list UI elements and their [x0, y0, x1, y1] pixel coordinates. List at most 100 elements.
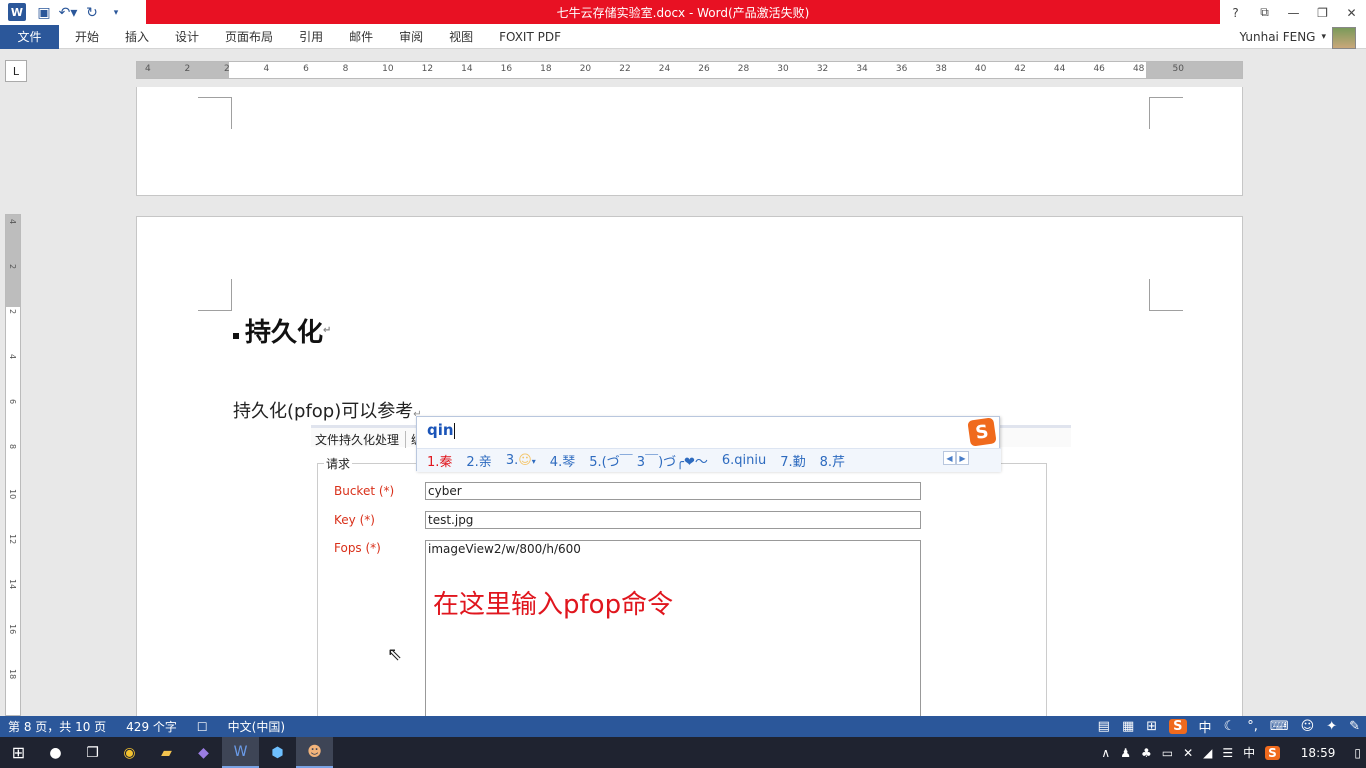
- file-explorer-icon[interactable]: ▰: [148, 737, 185, 768]
- customize-icon[interactable]: ▾: [104, 2, 128, 24]
- mouse-pointer-icon: ⇖: [387, 644, 403, 665]
- avatar[interactable]: [1332, 27, 1356, 49]
- page-count[interactable]: 第 8 页，共 10 页: [8, 718, 106, 735]
- system-tray: ∧ ♟ ♣ ▭ ✕ ◢ ☰ 中 S 18:59 ▯: [1096, 737, 1366, 768]
- ime-candidate[interactable]: 6.qiniu: [722, 453, 766, 468]
- ime-candidate[interactable]: 4.琴: [550, 451, 575, 470]
- windows-start-icon[interactable]: ⊞: [0, 737, 37, 768]
- tab-file[interactable]: 文件: [0, 24, 59, 49]
- tab-view[interactable]: 视图: [436, 25, 486, 49]
- undo-icon[interactable]: ↶▾: [56, 2, 80, 24]
- print-layout-icon[interactable]: ▦: [1122, 719, 1134, 734]
- user-name[interactable]: Yunhai FENG ▾: [1239, 25, 1326, 49]
- keyboard-icon[interactable]: ⌨: [1270, 719, 1289, 734]
- ime-prev-page-icon[interactable]: ◀: [943, 451, 956, 465]
- horizontal-ruler[interactable]: 4 2 2 4 6 8 10 12 14 16 18 20 22 24 26 28 30 32 34 36 38 40 42…: [136, 61, 1243, 79]
- ruler-tick: 10: [382, 64, 394, 74]
- ime-candidate[interactable]: 8.芹: [820, 451, 845, 470]
- action-center-icon[interactable]: ▯: [1354, 746, 1361, 760]
- ruler-tick: 18: [8, 669, 17, 680]
- tab-review[interactable]: 审阅: [386, 25, 436, 49]
- wifi-icon[interactable]: ◢: [1203, 746, 1212, 760]
- tab-design[interactable]: 设计: [162, 25, 212, 49]
- save-icon[interactable]: ▣: [32, 2, 56, 24]
- sogou-s-icon[interactable]: S: [1169, 719, 1187, 734]
- ruler-tick: 6: [303, 64, 309, 74]
- app-avatar-icon[interactable]: ☻: [296, 737, 333, 768]
- tab-home[interactable]: 开始: [62, 25, 112, 49]
- ime-chinese-icon[interactable]: 中: [1199, 717, 1212, 736]
- status-bar: 第 8 页，共 10 页 429 个字 ☐ 中文(中国) ▤ ▦ ⊞ S 中 ☾…: [0, 716, 1366, 737]
- skin-icon[interactable]: ✦: [1326, 719, 1337, 734]
- chrome-icon[interactable]: ◉: [111, 737, 148, 768]
- fops-field: imageView2/w/800/h/600: [425, 540, 921, 716]
- tray-expand-icon[interactable]: ∧: [1101, 746, 1110, 760]
- word-logo-icon[interactable]: W: [8, 3, 26, 21]
- cortana-icon[interactable]: ●: [37, 737, 74, 768]
- ime-candidate-window[interactable]: qin S 1.秦 2.亲 3.☺▾ 4.琴 5.(づ￣ 3￣)づ╭❤～ 6.q…: [416, 416, 1001, 472]
- ime-candidate-list: 1.秦 2.亲 3.☺▾ 4.琴 5.(づ￣ 3￣)づ╭❤～ 6.qiniu 7…: [417, 448, 1001, 472]
- fops-label: Fops (*): [334, 541, 381, 555]
- ruler-tick: 20: [579, 64, 592, 74]
- clock[interactable]: 18:59: [1301, 746, 1336, 760]
- moon-icon[interactable]: ☾: [1224, 719, 1236, 734]
- ime-candidate[interactable]: 7.勤: [780, 451, 805, 470]
- tab-selector-button[interactable]: L: [5, 60, 27, 82]
- ribbon-display-button[interactable]: ⧉: [1250, 0, 1279, 25]
- minimize-button[interactable]: —: [1279, 0, 1308, 25]
- ruler-tick: 12: [8, 534, 17, 545]
- ruler-tick: 2: [224, 64, 230, 74]
- ime-lang-icon[interactable]: 中: [1243, 744, 1255, 761]
- read-mode-icon[interactable]: ▤: [1098, 719, 1110, 734]
- wrench-icon[interactable]: ✎: [1349, 719, 1360, 734]
- visual-studio-icon[interactable]: ◆: [185, 737, 222, 768]
- network-app-icon[interactable]: ⬢: [259, 737, 296, 768]
- word-taskbar-icon[interactable]: W: [222, 737, 259, 768]
- ruler-tick: 4: [8, 219, 17, 225]
- ime-candidate[interactable]: 3.☺▾: [506, 453, 536, 468]
- sogou-taskbar-icon[interactable]: S: [1265, 745, 1280, 760]
- qq-icon[interactable]: ♟: [1120, 746, 1131, 760]
- volume-icon[interactable]: ✕: [1183, 746, 1193, 760]
- user-tools-icon[interactable]: ☺: [1301, 719, 1315, 734]
- paragraph-mark: ↵: [323, 325, 332, 336]
- emoji-icon: ☺: [518, 453, 532, 468]
- ruler-tick: 24: [658, 64, 671, 74]
- sogou-tray-icon[interactable]: ♣: [1141, 746, 1152, 760]
- heading[interactable]: 持久化 ↵: [233, 312, 331, 349]
- task-view-icon[interactable]: ❐: [74, 737, 111, 768]
- heading-bullet-icon: [233, 332, 239, 339]
- help-button[interactable]: ?: [1221, 0, 1250, 25]
- ruler-tick: 44: [1053, 64, 1066, 74]
- proofing-icon[interactable]: ☐: [197, 720, 208, 734]
- ruler-tick: 28: [737, 64, 750, 74]
- tab-references[interactable]: 引用: [286, 25, 336, 49]
- document-area[interactable]: 4 2 2 4 6 8 10 12 14 16 18 持久化 ↵ 持久化(pfop)可以参考↵ 文件…: [0, 87, 1366, 716]
- tab-mailings[interactable]: 邮件: [336, 25, 386, 49]
- tab-layout[interactable]: 页面布局: [212, 25, 286, 49]
- notification-icon[interactable]: ☰: [1222, 746, 1233, 760]
- tab-foxit-pdf[interactable]: FOXIT PDF: [486, 25, 574, 49]
- vertical-ruler[interactable]: 4 2 2 4 6 8 10 12 14 16 18: [5, 214, 21, 716]
- ime-next-page-icon[interactable]: ▶: [956, 451, 969, 465]
- power-icon[interactable]: ▭: [1162, 746, 1173, 760]
- word-count[interactable]: 429 个字: [126, 718, 177, 735]
- heading-text: 持久化: [245, 318, 324, 348]
- ruler-tick: 50: [1172, 64, 1184, 74]
- redo-icon[interactable]: ↻: [80, 2, 104, 24]
- restore-button[interactable]: ❐: [1308, 0, 1337, 25]
- ime-candidate[interactable]: 5.(づ￣ 3￣)づ╭❤～: [589, 451, 708, 470]
- close-button[interactable]: ✕: [1337, 0, 1366, 25]
- tab-insert[interactable]: 插入: [112, 25, 162, 49]
- key-field: test.jpg: [425, 511, 921, 529]
- page[interactable]: [136, 87, 1243, 196]
- punct-icon[interactable]: °,: [1247, 719, 1258, 734]
- ruler-tick: 4: [145, 64, 151, 74]
- window-title: 七牛云存储实验室.docx - Word(产品激活失败): [146, 0, 1220, 24]
- language-indicator[interactable]: 中文(中国): [228, 718, 285, 735]
- web-layout-icon[interactable]: ⊞: [1146, 719, 1157, 734]
- ime-candidate[interactable]: 1.秦: [427, 451, 452, 470]
- ruler-tick: 2: [8, 309, 17, 315]
- ime-candidate[interactable]: 2.亲: [466, 451, 491, 470]
- body-paragraph[interactable]: 持久化(pfop)可以参考↵: [233, 397, 422, 423]
